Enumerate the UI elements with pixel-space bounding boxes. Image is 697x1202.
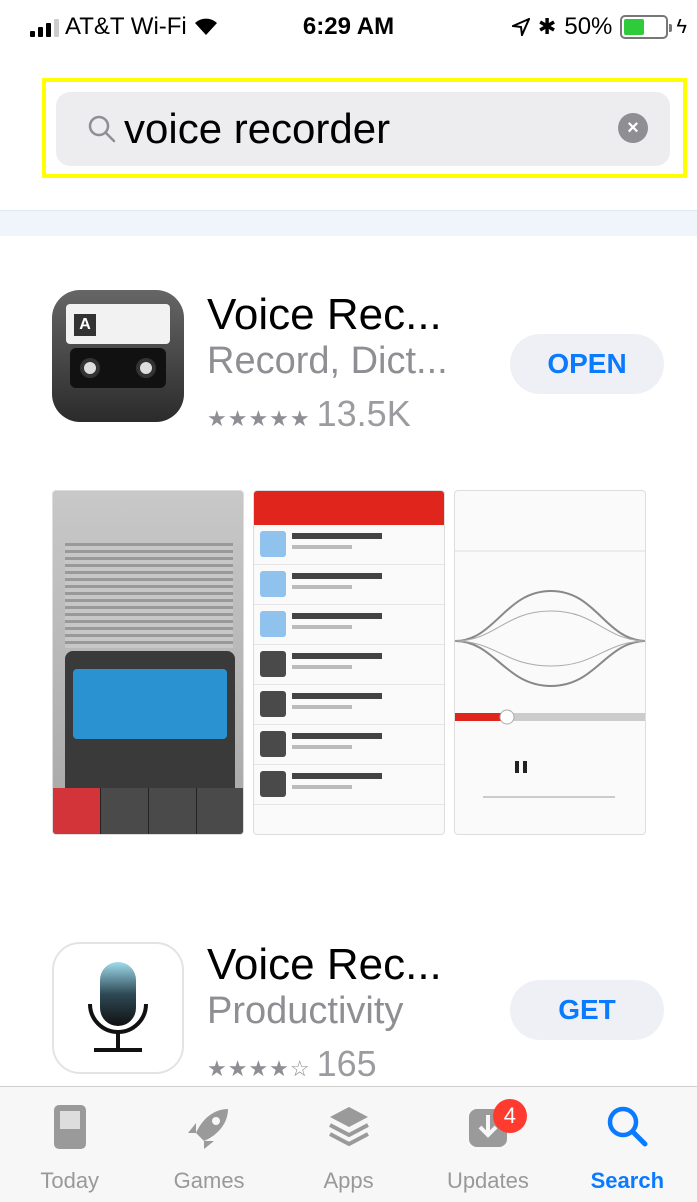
charging-icon: ϟ bbox=[676, 15, 687, 38]
updates-badge: 4 bbox=[492, 1099, 527, 1133]
tab-label: Updates bbox=[446, 1168, 529, 1193]
rating-count: 165 bbox=[316, 1043, 377, 1084]
open-button[interactable]: OPEN bbox=[510, 334, 664, 394]
app-subtitle: Productivity bbox=[207, 990, 404, 1032]
rating-count: 13.5K bbox=[316, 393, 411, 434]
tab-label: Games bbox=[173, 1168, 245, 1193]
location-icon bbox=[511, 18, 530, 36]
app-rating: ★★★★☆ 165 bbox=[207, 1043, 377, 1085]
rating-stars: ★★★★☆ bbox=[207, 1056, 311, 1081]
app-title[interactable]: Voice Rec... bbox=[207, 290, 442, 340]
get-button[interactable]: GET bbox=[510, 980, 664, 1040]
tab-today[interactable]: Today bbox=[0, 1087, 139, 1202]
app-screenshot-2[interactable] bbox=[253, 490, 445, 835]
tab-apps[interactable]: Apps bbox=[279, 1087, 418, 1202]
tab-label: Today bbox=[40, 1168, 100, 1193]
battery-icon bbox=[620, 15, 673, 39]
search-icon bbox=[608, 1106, 648, 1147]
app-title[interactable]: Voice Rec... bbox=[207, 940, 442, 990]
results-header-strip bbox=[0, 210, 697, 236]
voice-recorder-app-icon[interactable]: A bbox=[52, 290, 184, 422]
app-screenshot-3[interactable] bbox=[454, 490, 646, 835]
app-subtitle: Record, Dict... bbox=[207, 340, 448, 382]
search-highlight-box: × bbox=[42, 78, 687, 178]
tab-games[interactable]: Games bbox=[139, 1087, 278, 1202]
tab-updates[interactable]: 4 Updates bbox=[418, 1087, 557, 1202]
search-bar[interactable]: × bbox=[56, 92, 670, 166]
tab-bar: Today Games Apps 4 Updates Search bbox=[0, 1086, 697, 1202]
microphone-app-icon[interactable] bbox=[52, 942, 184, 1074]
bluetooth-icon: ✱ bbox=[537, 14, 557, 39]
today-icon bbox=[53, 1105, 86, 1149]
rocket-icon bbox=[188, 1109, 229, 1149]
layers-icon bbox=[328, 1107, 369, 1147]
battery-percent: 50% bbox=[564, 13, 613, 40]
clear-search-icon[interactable]: × bbox=[618, 113, 648, 143]
status-bar: AT&T Wi-Fi 6:29 AM ✱ 50% ϟ bbox=[0, 0, 697, 50]
rating-stars: ★★★★★ bbox=[207, 406, 311, 431]
tab-label: Apps bbox=[323, 1168, 374, 1193]
tab-label: Search bbox=[590, 1168, 665, 1193]
search-icon bbox=[88, 115, 116, 143]
app-rating: ★★★★★ 13.5K bbox=[207, 393, 411, 435]
search-input[interactable] bbox=[124, 105, 594, 153]
app-screenshot-1[interactable] bbox=[52, 490, 244, 835]
screenshot-carousel[interactable] bbox=[52, 490, 646, 835]
tab-search[interactable]: Search bbox=[558, 1087, 697, 1202]
